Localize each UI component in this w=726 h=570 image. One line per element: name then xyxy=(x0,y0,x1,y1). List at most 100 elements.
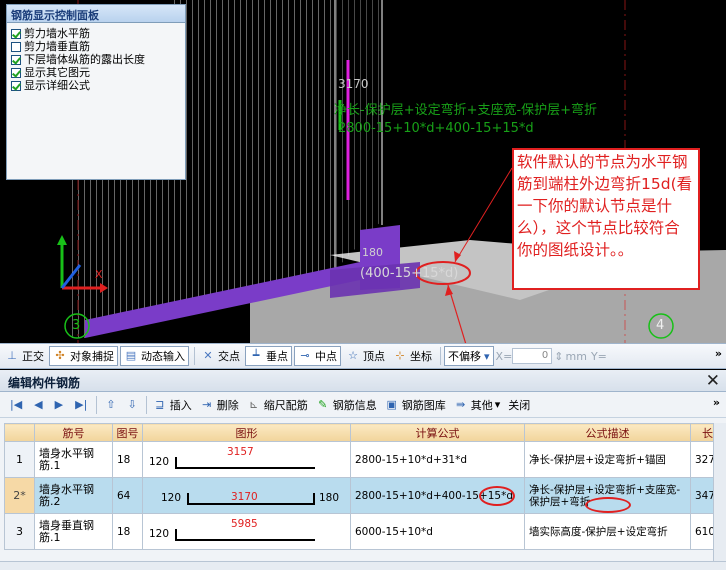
chevron-down-icon: ▾ xyxy=(484,349,490,363)
table-row[interactable]: 1 墙身水平钢筋.1 18 120 3157 2800-15+10*d+31*d… xyxy=(4,441,725,478)
table-row-selected[interactable]: 2* 墙身水平钢筋.2 64 120 3170 180 2800-15+10*d… xyxy=(4,477,725,514)
figure-number[interactable]: 64 xyxy=(112,477,143,514)
option-label: 下层墙体纵筋的露出长度 xyxy=(24,52,145,66)
offset-mode-select[interactable]: 不偏移 ▾ xyxy=(444,346,494,366)
snap-icon: ✣ xyxy=(55,349,65,362)
rebar-shape[interactable]: 120 3170 180 xyxy=(142,477,351,514)
separator xyxy=(96,395,98,414)
row-number: 3 xyxy=(4,513,35,550)
control-panel-options: 剪力墙水平筋 剪力墙垂直筋 下层墙体纵筋的露出长度 显示其它图元 显示详细公式 xyxy=(7,23,185,96)
row-number: 2* xyxy=(4,477,35,514)
overflow-chevron-icon[interactable]: » xyxy=(715,347,722,360)
formula-description[interactable]: 墙实际高度-保护层+设定弯折 xyxy=(529,526,686,538)
grid-number-right: 4 xyxy=(656,318,665,333)
move-down-icon[interactable]: ⇩ xyxy=(128,398,137,411)
checkbox[interactable] xyxy=(11,67,21,78)
column-header[interactable]: 图形 xyxy=(142,423,351,442)
checkbox[interactable] xyxy=(11,80,21,91)
library-icon: ▣ xyxy=(386,397,397,411)
hook-expression: (400-15+15*d) xyxy=(360,266,459,281)
column-header[interactable]: 公式描述 xyxy=(524,423,691,442)
x-coordinate-input[interactable]: 0 xyxy=(512,348,553,364)
checkbox[interactable] xyxy=(11,54,21,65)
control-panel-title: 钢筋显示控制面板 xyxy=(7,5,185,23)
rebar-library-button[interactable]: ▣ 钢筋图库 xyxy=(382,395,449,415)
last-record-icon[interactable]: ▶| xyxy=(75,398,87,411)
ortho-toggle[interactable]: ⊥ 正交 xyxy=(2,346,47,366)
spin-icon[interactable]: ⇕ xyxy=(554,350,563,363)
display-option[interactable]: 剪力墙垂直筋 xyxy=(11,40,181,53)
panel-title: 编辑构件钢筋 xyxy=(8,376,81,390)
midpoint-snap[interactable]: ⊸ 中点 xyxy=(294,346,341,366)
calc-formula[interactable]: 6000-15+10*d xyxy=(350,513,525,550)
column-header[interactable]: 计算公式 xyxy=(350,423,525,442)
coordinate-icon: ⊹ xyxy=(395,349,405,362)
edit-toolbar: |◀ ◀ ▶ ▶| ⇧ ⇩ ⊒ 插入 ⇥ 删除 ⊾ 缩尺配筋 ✎ 钢筋信息 ▣ 钢筋图库 … xyxy=(0,392,726,418)
dropdown-arrow-icon: ▾ xyxy=(494,398,501,411)
intersection-snap[interactable]: ✕ 交点 xyxy=(198,346,243,366)
hook-left-length: 120 xyxy=(149,527,170,540)
display-option[interactable]: 显示其它图元 xyxy=(11,66,181,79)
hook-left-length: 120 xyxy=(161,491,182,504)
calc-formula[interactable]: 2800-15+10*d+31*d xyxy=(350,441,525,478)
formula-description[interactable]: 净长-保护层+设定弯折+锚固 xyxy=(529,454,686,466)
checkbox[interactable] xyxy=(11,41,21,52)
rebar-name[interactable]: 墙身垂直钢筋.1 xyxy=(39,519,108,544)
dynamic-input-toggle[interactable]: ▤ 动态输入 xyxy=(120,346,189,366)
table-header-row: 筋号 图号 图形 计算公式 公式描述 长 xyxy=(4,423,725,442)
move-up-icon[interactable]: ⇧ xyxy=(106,398,115,411)
separator xyxy=(194,347,195,365)
rebar-shape[interactable]: 120 3157 xyxy=(142,441,351,478)
rebar-name[interactable]: 墙身水平钢筋.2 xyxy=(39,483,108,508)
close-button[interactable]: 关闭 xyxy=(505,395,533,415)
vertex-snap[interactable]: ☆ 顶点 xyxy=(343,346,388,366)
object-snap-toggle[interactable]: ✣ 对象捕捉 xyxy=(49,346,118,366)
rebar-info-button[interactable]: ✎ 钢筋信息 xyxy=(313,395,380,415)
checkbox[interactable] xyxy=(11,28,21,39)
rebar-name[interactable]: 墙身水平钢筋.1 xyxy=(39,447,108,472)
separator xyxy=(440,347,441,365)
display-option[interactable]: 显示详细公式 xyxy=(11,79,181,92)
highlight-ellipse-formula xyxy=(479,486,515,506)
delete-button[interactable]: ⇥ 删除 xyxy=(197,395,242,415)
formula-description-cell[interactable]: 净长-保护层+设定弯折+支座宽-保护层+弯折 xyxy=(524,477,691,514)
other-menu-button[interactable]: ⇛ 其他 ▾ xyxy=(451,395,504,415)
separator xyxy=(145,395,147,414)
table-row[interactable]: 3 墙身垂直钢筋.1 18 120 5985 6000-15+10*d 墙实际高… xyxy=(4,513,725,550)
rebar-length: 5985 xyxy=(231,517,258,530)
vertical-scrollbar[interactable] xyxy=(713,423,726,561)
rebar-shape[interactable]: 120 5985 xyxy=(142,513,351,550)
prev-record-icon[interactable]: ◀ xyxy=(34,398,42,411)
rebar-info-icon: ✎ xyxy=(318,397,328,411)
scale-rebar-button[interactable]: ⊾ 缩尺配筋 xyxy=(244,395,311,415)
hook-value: 180 xyxy=(362,246,383,259)
perpendicular-snap[interactable]: ┷ 垂点 xyxy=(245,346,292,366)
column-header-rowno xyxy=(4,423,35,442)
display-option[interactable]: 剪力墙水平筋 xyxy=(11,27,181,40)
first-record-icon[interactable]: |◀ xyxy=(10,398,22,411)
grid-number-left: 3 xyxy=(72,318,81,333)
3d-viewport[interactable]: 3170 净长-保护层+设定弯折+支座宽-保护层+弯折 2800-15+10*d… xyxy=(0,0,726,343)
option-label: 显示其它图元 xyxy=(24,65,90,79)
highlight-ellipse-description xyxy=(585,497,631,513)
delete-icon: ⇥ xyxy=(202,397,212,411)
insert-button[interactable]: ⊒ 插入 xyxy=(150,395,195,415)
horizontal-scrollbar[interactable] xyxy=(0,561,726,570)
overflow-chevron-icon[interactable]: » xyxy=(713,396,720,409)
insert-icon: ⊒ xyxy=(155,397,165,411)
option-label: 剪力墙垂直筋 xyxy=(24,39,90,53)
perpendicular-icon: ┷ xyxy=(252,349,260,362)
coordinate-snap[interactable]: ⊹ 坐标 xyxy=(390,346,435,366)
y-label: Y= xyxy=(590,349,607,363)
display-option[interactable]: 下层墙体纵筋的露出长度 xyxy=(11,53,181,66)
column-header[interactable]: 筋号 xyxy=(34,423,113,442)
dim-3170: 3170 xyxy=(338,77,369,91)
next-record-icon[interactable]: ▶ xyxy=(55,398,63,411)
figure-number[interactable]: 18 xyxy=(112,441,143,478)
calc-formula-cell[interactable]: 2800-15+10*d+400-15+15*d xyxy=(350,477,525,514)
intersection-icon: ✕ xyxy=(203,349,213,362)
figure-number[interactable]: 18 xyxy=(112,513,143,550)
hook-left-length: 120 xyxy=(149,455,170,468)
column-header[interactable]: 图号 xyxy=(112,423,143,442)
close-icon[interactable]: ✕ xyxy=(706,371,720,391)
